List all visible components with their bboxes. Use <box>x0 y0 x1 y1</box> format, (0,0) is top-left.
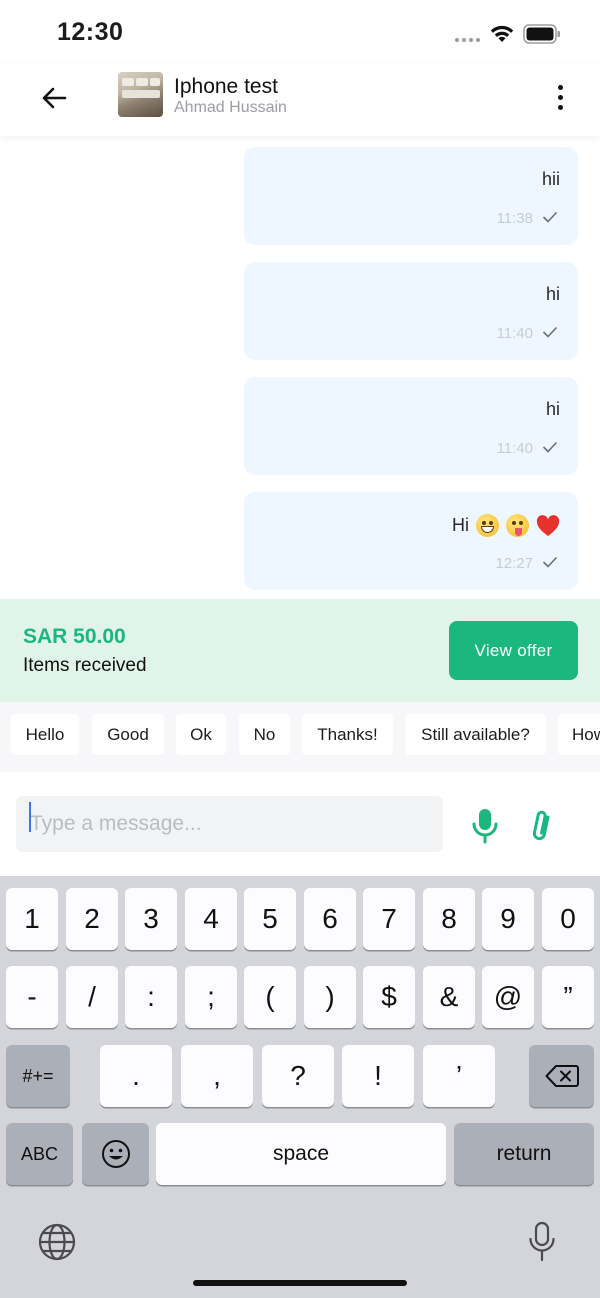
quick-reply-chip[interactable]: Thanks! <box>302 714 393 755</box>
key[interactable]: ; <box>185 966 237 1028</box>
key[interactable]: , <box>181 1045 253 1107</box>
message-text: hi <box>545 284 560 304</box>
key[interactable]: ) <box>304 966 356 1028</box>
status-bar: 12:30 <box>0 0 600 64</box>
offer-price: SAR 50.00 <box>23 625 126 648</box>
key[interactable]: - <box>6 966 58 1028</box>
message-content: Hi <box>452 514 560 537</box>
quick-reply-chip[interactable]: Hello <box>11 714 79 755</box>
paperclip-icon <box>532 810 550 841</box>
key[interactable]: ( <box>244 966 296 1028</box>
dictation-key[interactable] <box>527 1220 557 1264</box>
wifi-icon <box>490 25 514 42</box>
message-text: Hi <box>452 515 469 535</box>
quick-reply-chip[interactable]: Good <box>92 714 164 755</box>
microphone-icon <box>529 1221 555 1262</box>
message-bubble[interactable]: hi 11:40 <box>244 377 578 475</box>
key[interactable]: 6 <box>304 888 356 950</box>
battery-icon <box>523 24 560 44</box>
quick-replies-bar[interactable]: Hello Good Ok No Thanks! Still available… <box>0 702 600 772</box>
symbols-key[interactable]: #+= <box>6 1045 70 1107</box>
message-bubble[interactable]: Hi 12:27 <box>244 492 578 590</box>
key[interactable]: ’ <box>423 1045 495 1107</box>
key[interactable]: : <box>125 966 177 1028</box>
key[interactable]: & <box>423 966 475 1028</box>
quick-reply-chip[interactable]: No <box>239 714 290 755</box>
chat-subtitle: Ahmad Hussain <box>174 99 287 116</box>
checkmark-icon <box>542 441 558 453</box>
more-vertical-icon <box>557 84 563 90</box>
key[interactable]: ? <box>262 1045 334 1107</box>
message-composer <box>0 772 600 876</box>
key[interactable]: 0 <box>542 888 594 950</box>
red-heart-icon <box>536 514 560 536</box>
message-bubble[interactable]: hi 11:40 <box>244 262 578 360</box>
listing-thumbnail[interactable] <box>118 72 163 117</box>
key[interactable]: ! <box>342 1045 414 1107</box>
space-key[interactable]: space <box>156 1123 446 1185</box>
backspace-icon <box>545 1065 579 1087</box>
key[interactable]: / <box>66 966 118 1028</box>
message-text: hii <box>541 169 560 189</box>
back-button[interactable] <box>36 80 72 116</box>
key[interactable]: 1 <box>6 888 58 950</box>
checkmark-icon <box>542 326 558 338</box>
smiley-icon <box>101 1140 130 1168</box>
delete-key[interactable] <box>529 1045 594 1107</box>
signal-icon <box>455 38 480 42</box>
emoji-key[interactable] <box>82 1123 149 1185</box>
status-time: 12:30 <box>57 18 124 46</box>
key[interactable]: 4 <box>185 888 237 950</box>
message-bubble[interactable]: hii 11:38 <box>244 147 578 245</box>
quick-reply-chip[interactable]: How <box>558 714 600 755</box>
message-time: 11:40 <box>496 440 533 457</box>
key[interactable]: $ <box>363 966 415 1028</box>
chat-header: Iphone test Ahmad Hussain <box>0 64 600 136</box>
return-key[interactable]: return <box>454 1123 594 1185</box>
voice-message-button[interactable] <box>468 806 502 846</box>
attach-button[interactable] <box>526 806 558 846</box>
key[interactable]: ” <box>542 966 594 1028</box>
home-indicator[interactable] <box>193 1280 407 1286</box>
checkmark-icon <box>542 556 558 568</box>
key[interactable]: 7 <box>363 888 415 950</box>
view-offer-button[interactable]: View offer <box>449 621 578 680</box>
message-text: hi <box>545 399 560 419</box>
arrow-left-icon <box>42 87 67 109</box>
key[interactable]: 8 <box>423 888 475 950</box>
quick-reply-chip[interactable]: Ok <box>176 714 226 755</box>
message-list[interactable]: hii 11:38 hi 11:40 hi 11:40 Hi 12:27 <box>0 136 600 599</box>
chat-title[interactable]: Iphone test <box>174 75 278 99</box>
key[interactable]: 3 <box>125 888 177 950</box>
text-cursor <box>29 802 31 832</box>
message-input[interactable] <box>16 796 443 852</box>
offer-status: Items received <box>23 655 147 676</box>
microphone-icon <box>472 809 498 844</box>
message-time: 11:40 <box>496 325 533 342</box>
more-options-button[interactable] <box>548 80 572 114</box>
globe-key[interactable] <box>37 1222 77 1262</box>
message-time: 11:38 <box>496 210 533 227</box>
grinning-face-icon <box>476 514 499 537</box>
key[interactable]: . <box>100 1045 172 1107</box>
key[interactable]: 2 <box>66 888 118 950</box>
message-time: 12:27 <box>495 555 533 572</box>
abc-key[interactable]: ABC <box>6 1123 73 1185</box>
key[interactable]: @ <box>482 966 534 1028</box>
globe-icon <box>38 1223 76 1261</box>
key[interactable]: 5 <box>244 888 296 950</box>
offer-banner: SAR 50.00 Items received View offer <box>0 599 600 702</box>
key[interactable]: 9 <box>482 888 534 950</box>
checkmark-icon <box>542 211 558 223</box>
quick-reply-chip[interactable]: Still available? <box>405 714 546 755</box>
tongue-face-icon <box>506 514 529 537</box>
